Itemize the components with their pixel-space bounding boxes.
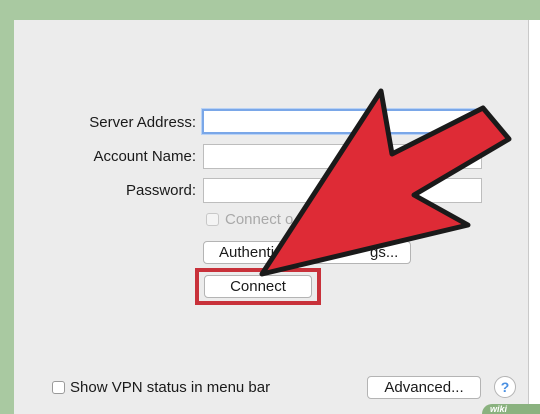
account-name-label: Account Name: (93, 148, 196, 165)
authentication-button-label-tail: gs... (370, 244, 399, 261)
account-name-input[interactable] (204, 145, 481, 168)
password-label: Password: (125, 182, 196, 199)
connect-on-demand-checkbox[interactable] (206, 213, 219, 226)
server-address-input[interactable] (204, 111, 480, 132)
frame-border-top (0, 0, 540, 20)
screenshot-frame: Server Address: Account Name: Password: … (0, 0, 540, 414)
connect-on-demand-label: Connect o (225, 211, 294, 228)
authentication-settings-button[interactable]: Authenti gs... (203, 241, 411, 264)
show-vpn-status-checkbox[interactable] (52, 381, 65, 394)
account-name-field[interactable] (203, 144, 482, 169)
authentication-button-label: Authenti (219, 244, 275, 261)
watermark-badge: wiki (482, 404, 540, 414)
frame-border-left (0, 0, 14, 414)
help-button[interactable]: ? (494, 376, 516, 398)
server-address-label: Server Address: (89, 114, 196, 131)
connect-button[interactable]: Connect (204, 275, 312, 298)
advanced-button[interactable]: Advanced... (367, 376, 481, 399)
password-field[interactable] (203, 178, 482, 203)
password-input[interactable] (204, 179, 481, 202)
server-address-field[interactable] (202, 109, 482, 134)
show-vpn-status-label: Show VPN status in menu bar (70, 379, 271, 396)
